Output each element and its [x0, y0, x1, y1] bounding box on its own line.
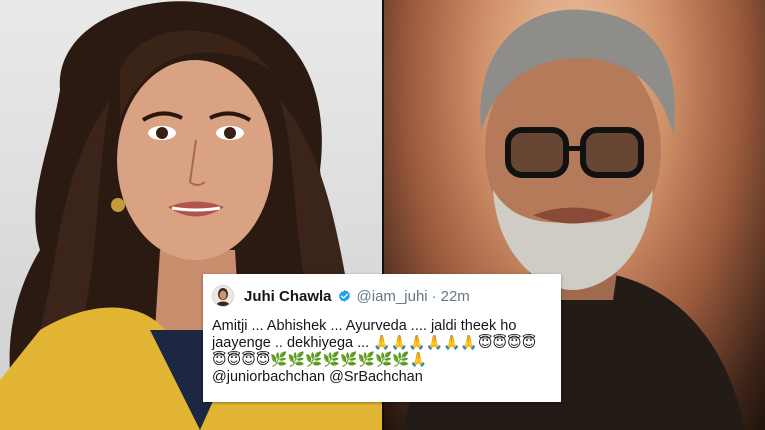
verified-badge-icon [338, 289, 350, 302]
tweet-timestamp[interactable]: 22m [441, 288, 470, 305]
tweet-header: Juhi Chawla @iam_juhi · 22m [212, 284, 551, 308]
profile-avatar[interactable] [212, 285, 234, 307]
tweet-line-3-emojis: 😇😇😇😇🌿🌿🌿🌿🌿🌿🌿🌿🙏 [212, 352, 428, 368]
user-handle[interactable]: @iam_juhi [357, 288, 428, 305]
display-name[interactable]: Juhi Chawla [244, 288, 332, 305]
header-separator: · [431, 287, 437, 305]
tweet-line-2: jaayenge .. dekhiyega ... 🙏🙏🙏🙏🙏🙏😇😇😇😇 [212, 335, 551, 352]
tweet-line-2-text: jaayenge .. dekhiyega ... [212, 335, 374, 351]
avatar-image [213, 286, 233, 306]
tweet-text: Amitji ... Abhishek ... Ayurveda .... ja… [212, 318, 551, 386]
tweet-line-1: Amitji ... Abhishek ... Ayurveda .... ja… [212, 318, 517, 334]
tweet-mentions[interactable]: @juniorbachchan @SrBachchan [212, 369, 551, 386]
tweet-card[interactable]: Juhi Chawla @iam_juhi · 22m Amitji ... A… [203, 274, 561, 402]
tweet-line-2-emojis: 🙏🙏🙏🙏🙏🙏😇😇😇😇 [373, 335, 537, 351]
